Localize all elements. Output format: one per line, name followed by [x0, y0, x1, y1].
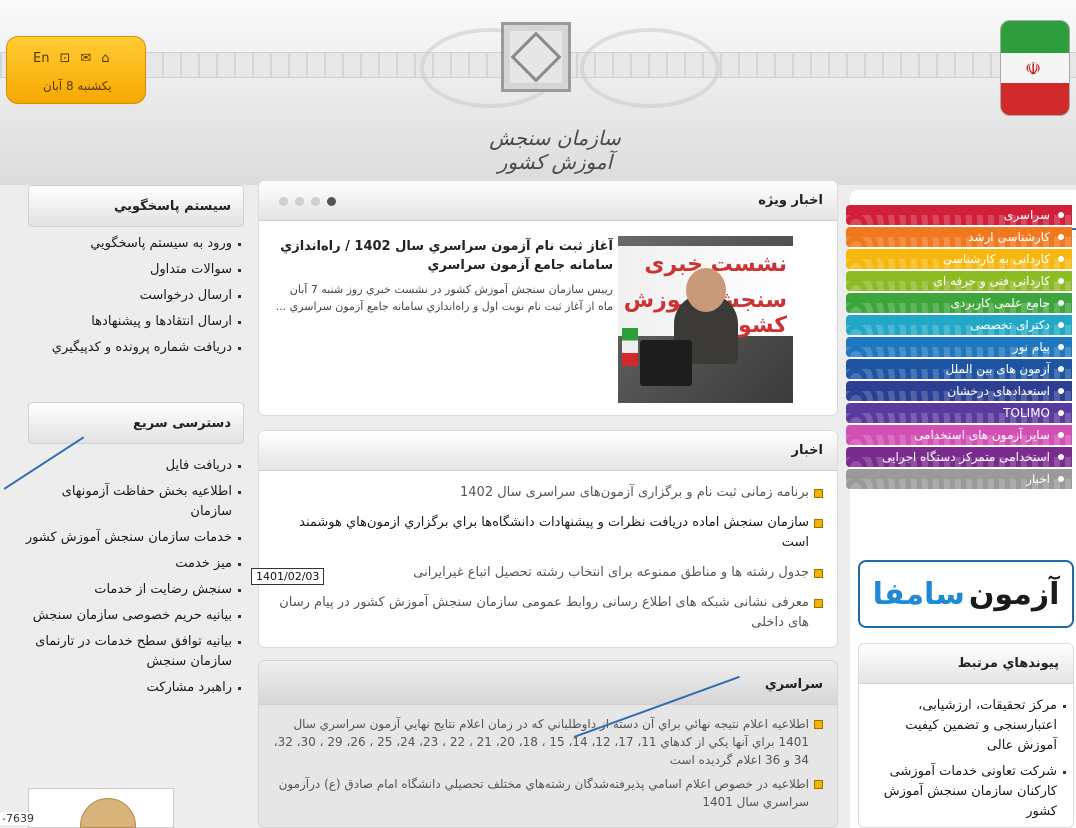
related-links-list: مرکز تحقیقات، ارزشیابی، اعتبارسنجی و تضم… — [863, 696, 1067, 828]
menu-item-3[interactable]: کاردانی فنی و حرفه ای — [846, 271, 1072, 291]
exam-category-menu: سراسری کارشناسی ارشد کاردانی به کارشناسی کا… — [846, 205, 1072, 491]
related-link-item[interactable]: شرکت تعاونی خدمات آموزشی کارکنان سازمان … — [863, 762, 1067, 822]
featured-news-panel: اخبار ويژه نشست خبری سنجش آموزش کشور آغا… — [258, 180, 838, 416]
sitemap-icon[interactable]: ⊡ — [59, 51, 70, 66]
menu-item-4[interactable]: جامع علمی کاربردی — [846, 293, 1072, 313]
visit-counter: -7639 — [0, 812, 36, 825]
slider-dot-active[interactable] — [327, 197, 336, 206]
menu-item-9[interactable]: TOLIMO — [846, 403, 1072, 423]
quick-access-link[interactable]: بیانیه توافق سطح خدمات در تارنمای سازمان… — [20, 632, 242, 672]
home-icon[interactable]: ⌂ — [101, 51, 109, 66]
news-item[interactable]: سازمان سنجش اماده دريافت نظرات و پيشنهاد… — [273, 513, 823, 553]
saamafa-banner[interactable]: آزمون سامفا — [858, 560, 1074, 628]
menu-item-0[interactable]: سراسری — [846, 205, 1072, 225]
featured-news-headline[interactable]: آغاز ثبت نام آزمون سراسري سال 1402 / راه… — [273, 237, 613, 275]
news-item[interactable]: برنامه زمانی ثبت نام و برگزاری آزمون‌های… — [273, 483, 823, 503]
sarasari-list: اطلاعيه اعلام نتيجه نهائي براي آن دسته ا… — [259, 705, 837, 811]
sarasari-title: سراسري — [259, 661, 837, 705]
slider-dots — [279, 197, 336, 206]
quick-access-link[interactable]: میز خدمت — [20, 554, 242, 574]
related-links-panel: پيوندهاي مرتبط مرکز تحقیقات، ارزشیابی، ا… — [858, 643, 1074, 828]
support-link[interactable]: دريافت شماره پرونده و كدپيگيري — [20, 338, 242, 358]
quick-access-link[interactable]: اطلاعیه بخش حفاظت آزمونهای سازمان — [20, 482, 242, 522]
saamafa-main-text: آزمون — [968, 576, 1060, 612]
menu-item-5[interactable]: دکترای تخصصی — [846, 315, 1072, 335]
quick-access-link[interactable]: سنجش رضایت از خدمات — [20, 580, 242, 600]
support-link[interactable]: ارسال انتقادها و پيشنهادها — [20, 312, 242, 332]
support-system-list: ورود به سيستم پاسخگويي سوالات متداول ارسال… — [20, 234, 242, 364]
quick-access-link[interactable]: دریافت فایل — [20, 456, 242, 476]
annotation-arrow — [1072, 228, 1076, 230]
featured-news-image[interactable]: نشست خبری سنجش آموزش کشور — [618, 236, 793, 403]
news-date-tooltip: 1401/02/03 — [251, 568, 325, 585]
mail-icon[interactable]: ✉ — [80, 51, 91, 66]
quick-access-list: دریافت فایل اطلاعیه بخش حفاظت آزمونهای سا… — [20, 456, 242, 704]
org-emblem-logo[interactable] — [501, 22, 571, 92]
slider-dot[interactable] — [311, 197, 320, 206]
quick-access-title: دسترسی سریع — [28, 402, 244, 444]
menu-item-1[interactable]: کارشناسی ارشد — [846, 227, 1072, 247]
saamafa-sub-text: سامفا — [872, 576, 965, 612]
org-name-logo[interactable]: سازمان سنجش آموزش کشور — [470, 126, 640, 174]
iran-flag-image: ☫ — [1000, 20, 1070, 116]
support-link[interactable]: ورود به سيستم پاسخگويي — [20, 234, 242, 254]
quick-access-link[interactable]: راهبرد مشارکت — [20, 678, 242, 698]
news-item[interactable]: معرفی نشانی شبکه های اطلاع رسانی روابط ع… — [273, 593, 823, 633]
menu-item-7[interactable]: آزمون های بین الملل — [846, 359, 1072, 379]
menu-item-11[interactable]: استخدامی متمرکز دستگاه اجرایی — [846, 447, 1072, 467]
support-link[interactable]: سوالات متداول — [20, 260, 242, 280]
current-date: يكشنبه 8 آبان — [43, 79, 112, 93]
menu-item-6[interactable]: پیام نور — [846, 337, 1072, 357]
featured-news-summary: رييس سازمان سنجش آموزش كشور در نشست خبري… — [275, 283, 613, 313]
related-link-item[interactable]: مرکز تحقیقات، ارزشیابی، اعتبارسنجی و تضم… — [863, 696, 1067, 756]
sarasari-item[interactable]: اطلاعيه اعلام نتيجه نهائي براي آن دسته ا… — [273, 715, 823, 769]
menu-item-12[interactable]: اخبار — [846, 469, 1072, 489]
slider-dot[interactable] — [295, 197, 304, 206]
menu-item-10[interactable]: سایر آزمون های استخدامی — [846, 425, 1072, 445]
quick-access-link[interactable]: بیانیه حریم خصوصی سازمان سنجش — [20, 606, 242, 626]
news-title: اخبار — [259, 431, 837, 471]
header-ornament — [580, 28, 720, 108]
news-item[interactable]: جدول رشته ها و مناطق ممنوعه برای انتخاب … — [273, 563, 823, 583]
english-language-link[interactable]: En — [33, 51, 49, 66]
related-links-title: پيوندهاي مرتبط — [859, 644, 1073, 684]
menu-item-2[interactable]: کاردانی به کارشناسی — [846, 249, 1072, 269]
featured-news-title: اخبار ويژه — [259, 181, 837, 221]
news-panel: اخبار برنامه زمانی ثبت نام و برگزاری آزم… — [258, 430, 838, 648]
support-link[interactable]: ارسال درخواست — [20, 286, 242, 306]
menu-item-8[interactable]: استعدادهای درخشان — [846, 381, 1072, 401]
quick-access-link[interactable]: خدمات سازمان سنجش آموزش کشور — [20, 528, 242, 548]
sarasari-panel: سراسري اطلاعيه اعلام نتيجه نهائي براي آن… — [258, 660, 838, 828]
support-system-title: سيستم پاسخگويي — [28, 185, 244, 227]
news-list: برنامه زمانی ثبت نام و برگزاری آزمون‌های… — [259, 471, 837, 633]
sarasari-item[interactable]: اطلاعيه در خصوص اعلام اسامي پذيرفته‌شدگا… — [273, 775, 823, 811]
header-tools-box: En ⊡ ✉ ⌂ يكشنبه 8 آبان — [6, 36, 146, 104]
site-header: سازمان سنجش آموزش کشور En ⊡ ✉ ⌂ يكشنبه 8… — [0, 0, 1076, 185]
slider-dot[interactable] — [279, 197, 288, 206]
